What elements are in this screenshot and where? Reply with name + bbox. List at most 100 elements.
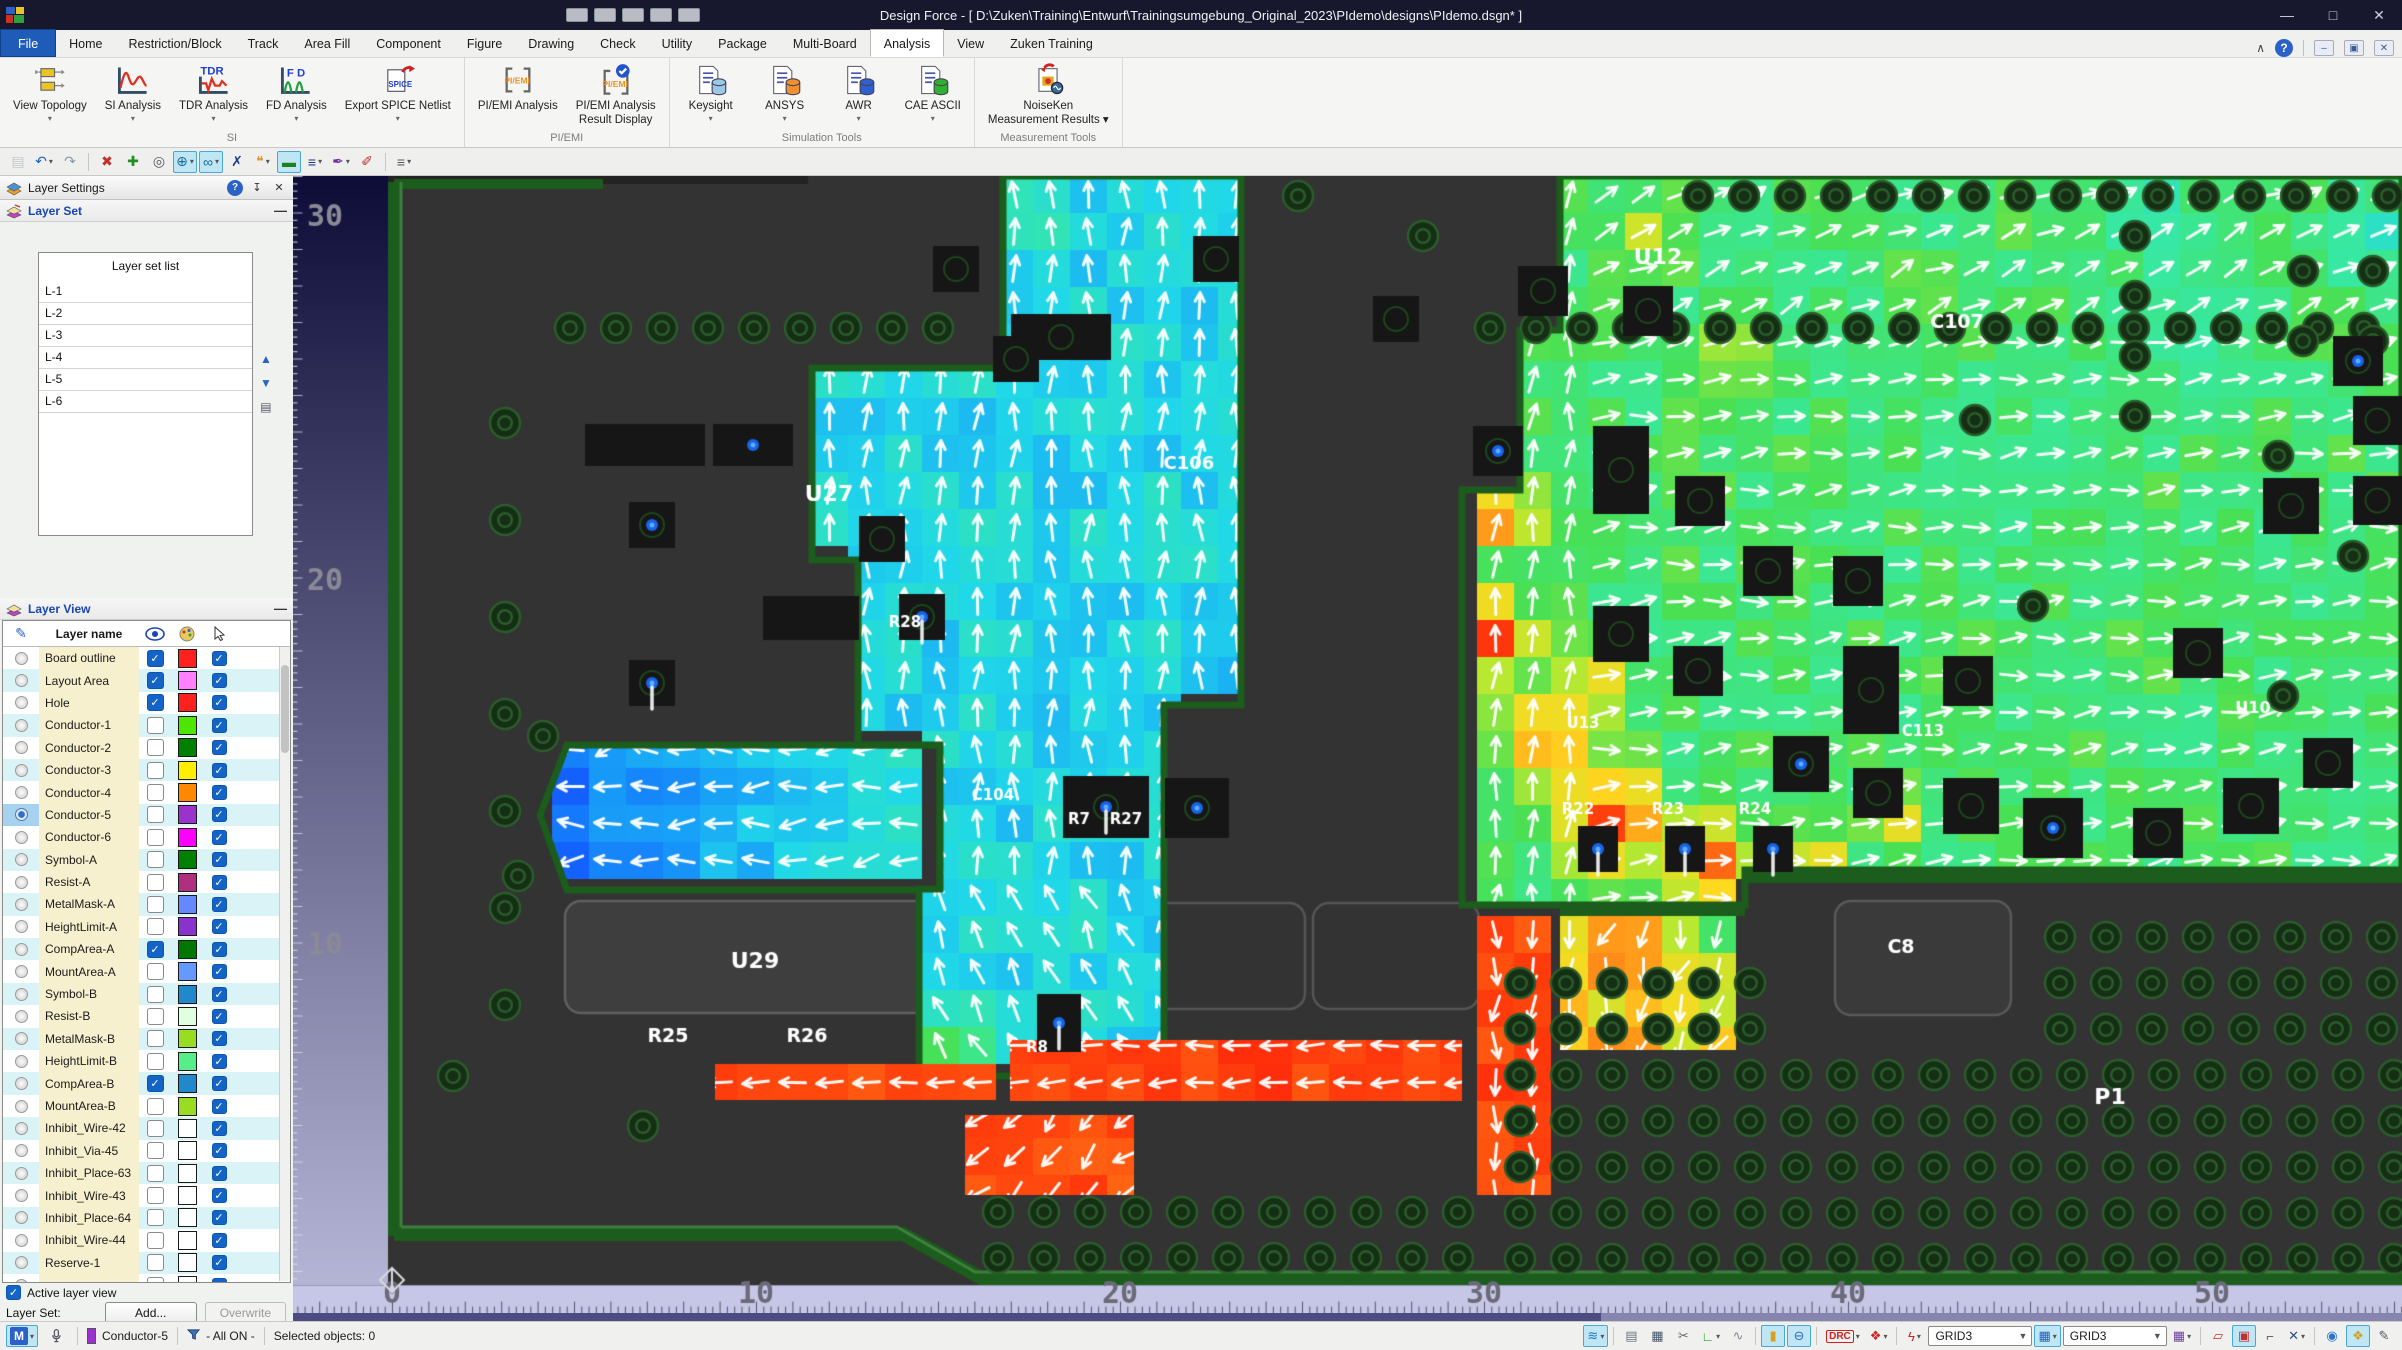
- visibility-checkbox[interactable]: ✓: [146, 672, 164, 690]
- ribbon-button-tdr-analysis[interactable]: TDR TDR Analysis ▾: [170, 60, 257, 130]
- layer-select-cell[interactable]: ✓: [203, 781, 235, 803]
- layer-color-cell[interactable]: [171, 893, 203, 916]
- tab-utility[interactable]: Utility: [649, 29, 706, 57]
- titlebar-tool-icon[interactable]: [594, 8, 616, 22]
- section-minimize-icon[interactable]: —: [274, 601, 287, 616]
- grid-toggle-2-button[interactable]: ▦ ▾: [2169, 1325, 2195, 1347]
- visibility-checkbox[interactable]: [146, 985, 164, 1003]
- part-edit-button[interactable]: ▣: [2232, 1325, 2257, 1347]
- layer-name-label[interactable]: Resist-B: [39, 1005, 139, 1028]
- active-layer-view-checkbox[interactable]: ✓: [6, 1285, 21, 1300]
- zoom-box-button[interactable]: ◎: [147, 151, 171, 173]
- dropdown-arrow-icon[interactable]: ▾: [407, 157, 411, 166]
- dropdown-arrow-icon[interactable]: ▾: [48, 114, 52, 123]
- ribbon-button-cae-ascii[interactable]: CAE ASCII ▾: [896, 60, 970, 130]
- tab-view[interactable]: View: [944, 29, 997, 57]
- visibility-checkbox[interactable]: [146, 851, 164, 869]
- board-canvas[interactable]: [293, 176, 2402, 1313]
- layer-select-cell[interactable]: ✓: [203, 848, 235, 871]
- layer-select-cell[interactable]: ✓: [203, 1005, 235, 1027]
- layer-visibility-cell[interactable]: ✓: [139, 692, 171, 714]
- layer-select-cell[interactable]: ✓: [203, 960, 235, 982]
- scissors-button[interactable]: ✂: [1671, 1325, 1695, 1347]
- select-checkbox[interactable]: ✓: [211, 829, 227, 845]
- dropdown-arrow-icon[interactable]: ▾: [131, 114, 135, 123]
- layer-select-cell[interactable]: ✓: [203, 1251, 235, 1274]
- layer-current-radio[interactable]: [3, 960, 39, 982]
- layer-name-label[interactable]: Inhibit_Wire-43: [39, 1184, 139, 1207]
- layer-color-cell[interactable]: [171, 692, 203, 714]
- select-checkbox[interactable]: ✓: [211, 919, 227, 935]
- select-cursor-icon[interactable]: [203, 621, 235, 646]
- visibility-checkbox[interactable]: [146, 1119, 164, 1137]
- layer-visibility-cell[interactable]: [139, 826, 171, 848]
- layer-select-cell[interactable]: ✓: [203, 714, 235, 737]
- dropdown-arrow-icon[interactable]: ▾: [318, 157, 322, 166]
- layer-color-cell[interactable]: [171, 1184, 203, 1206]
- layer-name-label[interactable]: Reserve-1: [39, 1251, 139, 1274]
- select-checkbox[interactable]: ✓: [211, 1210, 227, 1226]
- layer-current-radio[interactable]: [3, 1005, 39, 1027]
- layer-visibility-cell[interactable]: [139, 1206, 171, 1230]
- layer-name-label[interactable]: Symbol-A: [39, 848, 139, 871]
- layer-select-cell[interactable]: ✓: [203, 1206, 235, 1230]
- layer-color-cell[interactable]: [171, 1206, 203, 1230]
- layer-select-cell[interactable]: ✓: [203, 871, 235, 893]
- component-chip-button[interactable]: ▦: [1645, 1325, 1669, 1347]
- mode-select-button[interactable]: M ▾: [6, 1325, 39, 1347]
- ribbon-button-si-analysis[interactable]: SI Analysis ▾: [96, 60, 170, 130]
- layer-color-cell[interactable]: [171, 848, 203, 871]
- visibility-checkbox[interactable]: [146, 761, 164, 779]
- layer-color-cell[interactable]: [171, 826, 203, 848]
- layer-current-radio[interactable]: [3, 871, 39, 893]
- layer-visibility-cell[interactable]: [139, 960, 171, 982]
- layer-select-cell[interactable]: ✓: [203, 1050, 235, 1072]
- layer-visibility-cell[interactable]: [139, 982, 171, 1006]
- tab-zuken-training[interactable]: Zuken Training: [997, 29, 1106, 57]
- layer-visibility-cell[interactable]: [139, 1095, 171, 1117]
- layer-name-label[interactable]: Conductor-5: [39, 803, 139, 827]
- layer-current-radio[interactable]: [3, 1161, 39, 1185]
- net-highlight-button[interactable]: ϟ ▾: [1902, 1325, 1926, 1347]
- visibility-checkbox[interactable]: ✓: [146, 694, 164, 712]
- route-corner-button[interactable]: ⌐: [2258, 1325, 2282, 1347]
- layer-color-cell[interactable]: [171, 1005, 203, 1027]
- visibility-checkbox[interactable]: [146, 1209, 164, 1227]
- save-button[interactable]: ▤: [6, 151, 30, 173]
- layer-visibility-cell[interactable]: [139, 1140, 171, 1162]
- visibility-checkbox[interactable]: [146, 918, 164, 936]
- layer-select-cell[interactable]: ✓: [203, 1184, 235, 1206]
- layer-current-radio[interactable]: [3, 1072, 39, 1095]
- tab-track[interactable]: Track: [235, 29, 292, 57]
- tab-file[interactable]: File: [0, 29, 57, 57]
- layer-current-radio[interactable]: [3, 1251, 39, 1274]
- tab-analysis[interactable]: Analysis: [869, 29, 945, 57]
- visibility-checkbox[interactable]: [146, 828, 164, 846]
- horizontal-scrollbar[interactable]: [293, 1313, 2402, 1321]
- layer-color-cell[interactable]: [171, 669, 203, 692]
- view-eye-button[interactable]: ◉: [2320, 1325, 2344, 1347]
- grid-select-1[interactable]: GRID3 ▼: [1928, 1326, 2033, 1346]
- visibility-checkbox[interactable]: ✓: [146, 649, 164, 667]
- battery-status-button[interactable]: ▮: [1761, 1325, 1786, 1347]
- layer-select-cell[interactable]: ✓: [203, 893, 235, 916]
- dropdown-arrow-icon[interactable]: ▾: [2301, 1332, 2305, 1341]
- fit-view-button[interactable]: ✚: [121, 151, 145, 173]
- titlebar-tool-icon[interactable]: [678, 8, 700, 22]
- layer-visibility-cell[interactable]: [139, 1005, 171, 1027]
- layer-color-cell[interactable]: [171, 781, 203, 803]
- layer-select-cell[interactable]: ✓: [203, 826, 235, 848]
- dropdown-arrow-icon[interactable]: ▾: [1856, 1332, 1860, 1341]
- dropdown-arrow-icon[interactable]: ▾: [783, 114, 787, 123]
- visibility-checkbox[interactable]: [146, 1097, 164, 1115]
- panel-pin-icon[interactable]: ↧: [249, 180, 265, 196]
- redo-button[interactable]: ↷: [58, 151, 82, 173]
- ribbon-button-pi-emi-analysis-result-display[interactable]: PI/EMI PI/EMI Analysis Result Display: [567, 60, 665, 130]
- visibility-checkbox[interactable]: [146, 1254, 164, 1272]
- layer-current-radio[interactable]: [3, 669, 39, 692]
- layer-name-label[interactable]: Board outline: [39, 647, 139, 670]
- close-button[interactable]: ✕: [2356, 0, 2402, 30]
- layer-visibility-cell[interactable]: [139, 1274, 171, 1282]
- select-checkbox[interactable]: ✓: [211, 941, 227, 957]
- layer-color-cell[interactable]: [171, 803, 203, 827]
